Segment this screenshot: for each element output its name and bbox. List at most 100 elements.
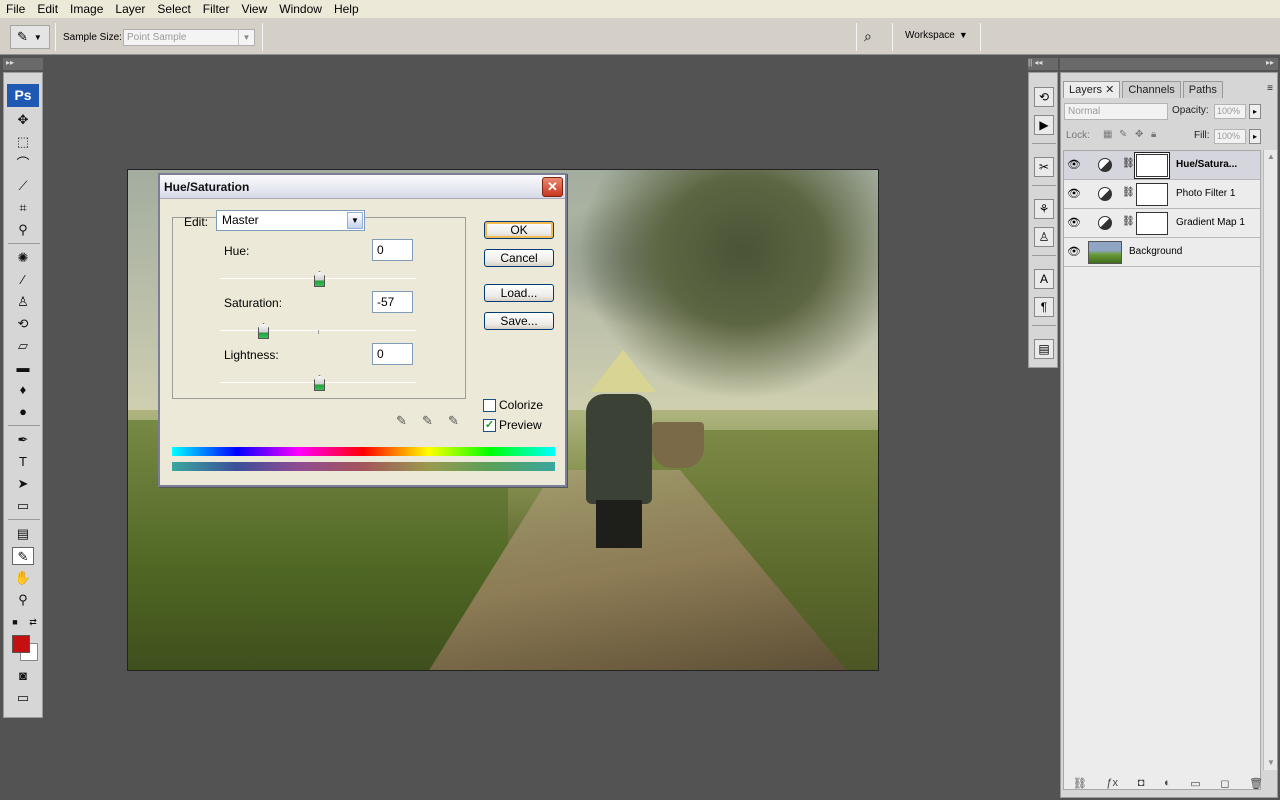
visibility-eye-icon[interactable]: 👁︎ <box>1066 157 1082 173</box>
move-tool-icon[interactable]: ✥ <box>12 111 34 129</box>
output-color-spectrum[interactable] <box>172 462 555 471</box>
menu-image[interactable]: Image <box>64 0 109 18</box>
tool-preset-picker[interactable]: ✎ ▼ <box>10 25 50 49</box>
menu-layer[interactable]: Layer <box>109 0 151 18</box>
eyedropper-tool-icon[interactable]: ✎ <box>12 547 34 565</box>
bridge-icon[interactable]: ⌕ <box>864 28 886 46</box>
menu-edit[interactable]: Edit <box>31 0 64 18</box>
delete-layer-icon[interactable]: 🗑︎ <box>1249 777 1263 790</box>
layer-mask-thumbnail[interactable] <box>1136 212 1168 235</box>
new-adjustment-icon[interactable]: ◐ <box>1164 777 1171 789</box>
visibility-eye-icon[interactable]: 👁︎ <box>1066 215 1082 231</box>
edit-channel-select[interactable]: Master ▼ <box>216 210 365 231</box>
eraser-tool-icon[interactable]: ▱ <box>12 337 34 355</box>
layer-mask-thumbnail[interactable] <box>1136 154 1168 177</box>
path-select-tool-icon[interactable]: ➤ <box>12 475 34 493</box>
toolbox-header[interactable]: ▸▸ <box>3 58 43 70</box>
panel-menu-icon[interactable]: ≡ <box>1267 83 1273 94</box>
screen-mode-icon[interactable]: ▭ <box>12 689 34 707</box>
lock-pixels-icon[interactable]: ✎ <box>1119 129 1127 140</box>
menu-file[interactable]: File <box>0 0 31 18</box>
menu-window[interactable]: Window <box>273 0 328 18</box>
layer-row[interactable]: 👁︎ ⛓︎ Hue/Satura... <box>1064 151 1260 180</box>
saturation-input[interactable]: -57 <box>372 291 413 313</box>
preview-checkbox-row[interactable]: ✓ Preview <box>483 418 542 432</box>
lasso-tool-icon[interactable]: ⌒ <box>12 155 34 173</box>
scroll-down-icon[interactable]: ▼ <box>1264 756 1278 770</box>
marquee-tool-icon[interactable]: ⬚ <box>12 133 34 151</box>
hand-tool-icon[interactable]: ✋ <box>12 569 34 587</box>
default-colors-icon[interactable]: ■ <box>8 613 22 631</box>
link-layers-icon[interactable]: ⛓︎ <box>1073 777 1087 790</box>
layer-mask-thumbnail[interactable] <box>1136 183 1168 206</box>
fill-arrow-icon[interactable]: ▸ <box>1249 129 1261 144</box>
preview-checkbox[interactable]: ✓ <box>483 418 496 432</box>
slice-tool-icon[interactable]: ⚲ <box>12 221 34 239</box>
swap-colors-icon[interactable]: ⇄ <box>26 613 40 631</box>
eyedropper-minus-icon[interactable]: ✎ <box>448 413 459 429</box>
close-button[interactable]: ✕ <box>542 177 563 197</box>
chevron-down-icon[interactable]: ▼ <box>347 212 363 229</box>
cancel-button[interactable]: Cancel <box>484 249 554 267</box>
ok-button[interactable]: OK <box>484 221 554 239</box>
layer-comps-icon[interactable]: ▤ <box>1034 339 1054 359</box>
fill-input[interactable]: 100% <box>1214 129 1246 144</box>
actions-panel-icon[interactable]: ▶ <box>1034 115 1054 135</box>
add-mask-icon[interactable]: ◘ <box>1138 777 1145 789</box>
blur-tool-icon[interactable]: ♦ <box>12 381 34 399</box>
menu-view[interactable]: View <box>235 0 273 18</box>
layer-row[interactable]: 👁︎ ⛓︎ Gradient Map 1 <box>1064 209 1260 238</box>
new-group-icon[interactable]: ▭ <box>1190 777 1200 790</box>
clone-stamp-icon[interactable]: ♙ <box>12 293 34 311</box>
photoshop-logo[interactable]: Ps <box>7 84 39 107</box>
tab-paths[interactable]: Paths <box>1182 81 1223 98</box>
menu-select[interactable]: Select <box>151 0 196 18</box>
layer-row[interactable]: 👁︎ Background <box>1064 238 1260 267</box>
notes-tool-icon[interactable]: ▤ <box>12 525 34 543</box>
panel-header[interactable]: ▸▸ <box>1060 58 1278 70</box>
eyedropper-plus-icon[interactable]: ✎ <box>422 413 433 429</box>
layer-row[interactable]: 👁︎ ⛓︎ Photo Filter 1 <box>1064 180 1260 209</box>
dialog-titlebar[interactable]: Hue/Saturation ✕ <box>160 175 565 199</box>
dodge-tool-icon[interactable]: ● <box>12 403 34 421</box>
foreground-color-swatch[interactable] <box>12 635 30 653</box>
menu-help[interactable]: Help <box>328 0 365 18</box>
brushes-panel-icon[interactable]: ⚘ <box>1034 199 1054 219</box>
crop-tool-icon[interactable]: ⌗ <box>12 199 34 217</box>
character-panel-icon[interactable]: A <box>1034 269 1054 289</box>
colorize-checkbox[interactable] <box>483 398 496 412</box>
sample-size-select[interactable]: Point Sample ▼ <box>123 29 255 46</box>
tab-channels[interactable]: Channels <box>1122 81 1181 98</box>
layer-style-icon[interactable]: ƒx <box>1106 777 1118 789</box>
tab-layers[interactable]: Layers ✕ <box>1063 81 1121 98</box>
menu-filter[interactable]: Filter <box>197 0 236 18</box>
hue-input[interactable]: 0 <box>372 239 413 261</box>
workspace-button[interactable]: Workspace ▼ <box>905 30 968 41</box>
eyedropper-icon[interactable]: ✎ <box>396 413 407 429</box>
quick-select-tool-icon[interactable]: ⟋ <box>12 177 34 195</box>
dock-header[interactable]: || ◂◂ <box>1028 58 1058 70</box>
history-brush-icon[interactable]: ⟲ <box>12 315 34 333</box>
shape-tool-icon[interactable]: ▭ <box>12 497 34 515</box>
gradient-tool-icon[interactable]: ▬ <box>12 359 34 377</box>
opacity-input[interactable]: 100% <box>1214 104 1246 119</box>
scroll-up-icon[interactable]: ▲ <box>1264 150 1278 164</box>
lock-transparency-icon[interactable]: ▦ <box>1103 129 1112 140</box>
clone-source-icon[interactable]: ♙ <box>1034 227 1054 247</box>
layers-scrollbar[interactable]: ▲ ▼ <box>1263 150 1277 770</box>
paragraph-panel-icon[interactable]: ¶ <box>1034 297 1054 317</box>
save-button[interactable]: Save... <box>484 312 554 330</box>
blend-mode-select[interactable]: Normal <box>1064 103 1168 120</box>
lock-all-icon[interactable]: 🔒︎ <box>1151 129 1156 140</box>
colorize-checkbox-row[interactable]: Colorize <box>483 398 543 412</box>
healing-brush-icon[interactable]: ✺ <box>12 249 34 267</box>
load-button[interactable]: Load... <box>484 284 554 302</box>
visibility-eye-icon[interactable]: 👁︎ <box>1066 244 1082 260</box>
type-tool-icon[interactable]: T <box>12 453 34 471</box>
visibility-eye-icon[interactable]: 👁︎ <box>1066 186 1082 202</box>
quick-mask-icon[interactable]: ◙ <box>12 667 34 685</box>
new-layer-icon[interactable]: ◻ <box>1220 777 1229 790</box>
lightness-input[interactable]: 0 <box>372 343 413 365</box>
tool-presets-icon[interactable]: ✂ <box>1034 157 1054 177</box>
pen-tool-icon[interactable]: ✒ <box>12 431 34 449</box>
